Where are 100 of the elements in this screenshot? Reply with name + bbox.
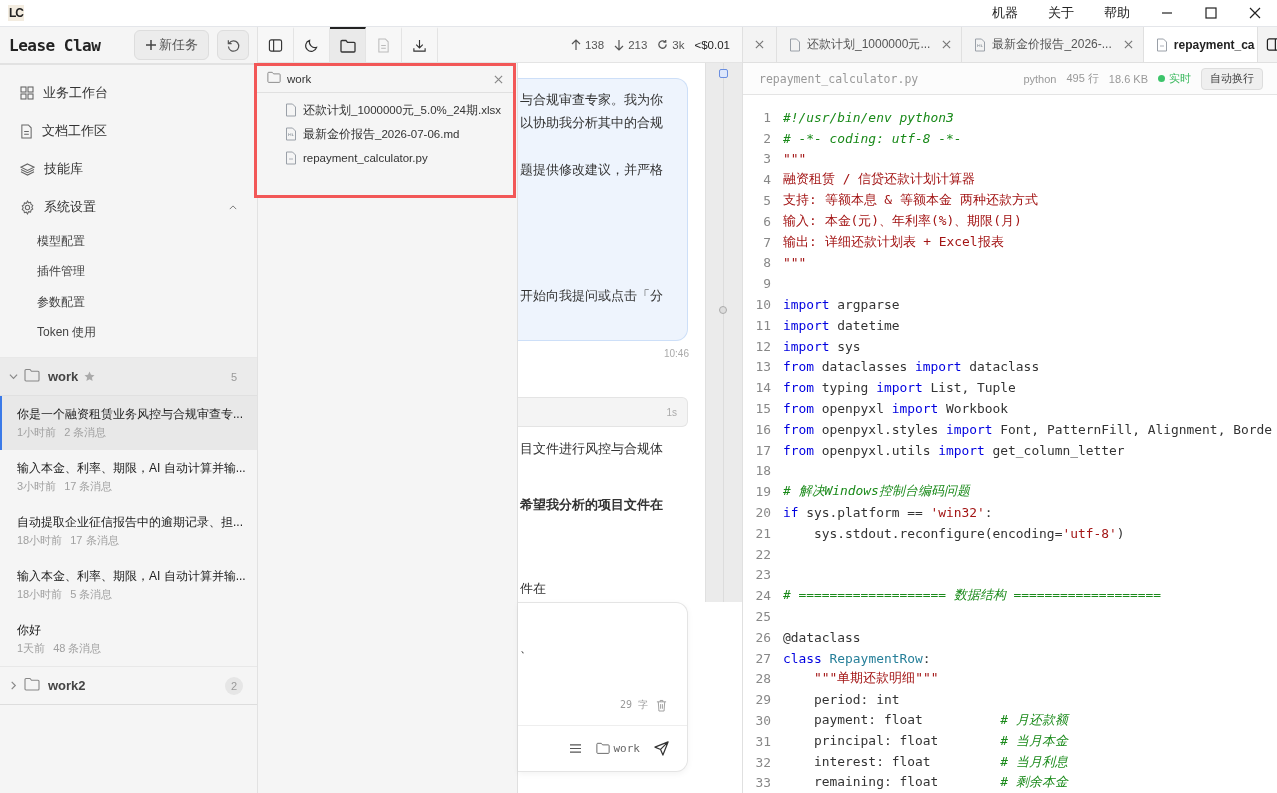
menu-item[interactable]: 帮助 bbox=[1104, 4, 1130, 22]
app-logo: LC bbox=[8, 5, 24, 21]
code-line: if sys.platform == 'win32': bbox=[783, 505, 993, 521]
code-line: class RepaymentRow: bbox=[783, 650, 931, 666]
line-number: 15 bbox=[754, 401, 771, 417]
sidebar-icon bbox=[268, 38, 283, 53]
message-count: 2 条消息 bbox=[64, 425, 107, 440]
session-title: 输入本金、利率、期限，AI 自动计算并输... bbox=[17, 460, 243, 477]
nav-subitem[interactable]: 参数配置 bbox=[0, 287, 257, 318]
nav-item[interactable]: 业务工作台 bbox=[0, 74, 257, 112]
file-size: 18.6 KB bbox=[1108, 72, 1148, 85]
language-label: python bbox=[1023, 72, 1057, 85]
code-line: # -*- coding: utf-8 -*- bbox=[783, 130, 962, 146]
nav-subitem[interactable]: 模型配置 bbox=[0, 226, 257, 257]
file-item[interactable]: 最新金价报告_2026-07-06.md bbox=[257, 122, 513, 146]
layers-icon bbox=[20, 162, 35, 176]
caret-icon[interactable] bbox=[229, 204, 237, 210]
session-time: 18小时前 bbox=[17, 587, 63, 602]
message-text: 题提供修改建议，并严格 bbox=[520, 161, 664, 179]
document-icon bbox=[20, 123, 33, 139]
menu-item[interactable]: 机器 bbox=[992, 4, 1018, 22]
item-count: 2 bbox=[225, 676, 243, 695]
nav-item[interactable]: 系统设置 bbox=[0, 188, 257, 226]
folder-icon bbox=[267, 71, 281, 84]
file-item[interactable]: 还款计划_1000000元_5.0%_24期.xlsx bbox=[257, 98, 513, 122]
line-number: 6 bbox=[762, 213, 771, 229]
line-number: 17 bbox=[754, 442, 771, 458]
line-number: 20 bbox=[754, 505, 771, 521]
cost-value: <$0.01 bbox=[694, 38, 730, 51]
folder-name: work bbox=[287, 73, 312, 85]
code-line: from typing import List, Tuple bbox=[783, 380, 1016, 396]
message-text: 与合规审查专家。我为你 bbox=[520, 91, 664, 109]
nav-subitem[interactable]: 插件管理 bbox=[0, 256, 257, 287]
nav-subitem[interactable]: Token 使用 bbox=[0, 317, 257, 348]
session-item[interactable]: 输入本金、利率、期限，AI 自动计算并输... 3小时前 17 条消息 bbox=[0, 450, 257, 504]
folder-row[interactable]: work2 2 bbox=[0, 666, 257, 705]
stat-value: 3k bbox=[672, 38, 685, 51]
close-icon[interactable] bbox=[1249, 7, 1261, 19]
line-number: 25 bbox=[754, 609, 771, 624]
maximize-icon[interactable] bbox=[1205, 7, 1217, 19]
folder-button[interactable]: work bbox=[595, 742, 640, 755]
line-number: 9 bbox=[762, 276, 771, 292]
editor-tab[interactable]: 最新金价报告_2026-... bbox=[962, 27, 1144, 62]
line-number: 29 bbox=[754, 692, 771, 708]
refresh-button[interactable] bbox=[217, 30, 249, 60]
nav-item[interactable]: 文档工作区 bbox=[0, 112, 257, 150]
code-line: remaining: float # 剩余本金 bbox=[813, 774, 1068, 792]
code-line: 输出: 详细还款计划表 + Excel报表 bbox=[783, 233, 1004, 251]
editor-tab[interactable]: 还款计划_1000000元... bbox=[777, 27, 963, 62]
file-item[interactable]: repayment_calculator.py bbox=[257, 146, 513, 170]
session-item[interactable]: 你是一个融资租赁业务风控与合规审查专... 1小时前 2 条消息 bbox=[0, 396, 257, 450]
line-number: 18 bbox=[754, 463, 771, 479]
line-number: 2 bbox=[762, 130, 771, 146]
reply-text: 希望我分析的项目文件在 bbox=[520, 496, 664, 514]
item-count: 5 bbox=[229, 369, 239, 385]
folder-icon bbox=[24, 368, 40, 382]
code-file-icon bbox=[1155, 37, 1168, 52]
line-number: 19 bbox=[754, 484, 771, 500]
folder-button[interactable] bbox=[330, 27, 366, 62]
line-number: 14 bbox=[754, 380, 771, 396]
code-line: #!/usr/bin/env python3 bbox=[783, 109, 954, 125]
folder-icon bbox=[595, 742, 610, 755]
folder-row[interactable]: work 5 bbox=[0, 357, 257, 396]
input-field[interactable]: 、 bbox=[518, 603, 687, 685]
line-number: 7 bbox=[762, 234, 771, 250]
code-line: @dataclass bbox=[783, 629, 861, 645]
menu-item[interactable]: 关于 bbox=[1048, 4, 1074, 22]
splitter-handle[interactable] bbox=[719, 306, 727, 314]
session-item[interactable]: 输入本金、利率、期限，AI 自动计算并输... 18小时前 5 条消息 bbox=[0, 558, 257, 612]
session-item[interactable]: 你好 1天前 48 条消息 bbox=[0, 612, 257, 666]
arrow-down-icon bbox=[614, 38, 625, 51]
code-line: 融资租赁 / 信贷还款计划计算器 bbox=[783, 171, 976, 189]
line-number: 21 bbox=[754, 525, 771, 541]
message-time: 10:46 bbox=[662, 348, 689, 359]
document-icon bbox=[285, 103, 297, 117]
arrow-up-icon bbox=[570, 38, 581, 51]
line-number: 33 bbox=[754, 775, 771, 791]
line-number: 30 bbox=[754, 713, 771, 728]
trash-icon[interactable] bbox=[656, 698, 667, 712]
session-title: 你是一个融资租赁业务风控与合规审查专... bbox=[17, 406, 243, 423]
nav-item[interactable]: 技能库 bbox=[0, 150, 257, 188]
session-time: 1小时前 bbox=[17, 425, 57, 440]
reply-text: 件在 bbox=[520, 580, 547, 594]
reply-text: 目文件进行风控与合规体 bbox=[520, 440, 664, 458]
code-line: from openpyxl.utils import get_column_letter bbox=[783, 442, 1125, 458]
menu-icon[interactable] bbox=[568, 743, 582, 754]
moon-icon bbox=[304, 38, 319, 53]
panel-toggle-icon[interactable] bbox=[1265, 37, 1277, 52]
new-task-button[interactable]: 新任务 bbox=[134, 30, 209, 60]
folder-name: work bbox=[48, 369, 79, 384]
line-number: 8 bbox=[762, 255, 771, 271]
word-wrap-button[interactable]: 自动换行 bbox=[1201, 67, 1263, 90]
session-item[interactable]: 自动提取企业征信报告中的逾期记录、担... 18小时前 17 条消息 bbox=[0, 504, 257, 558]
send-icon[interactable] bbox=[654, 741, 669, 756]
line-number: 26 bbox=[754, 629, 771, 645]
line-number: 24 bbox=[754, 588, 771, 604]
session-title: 你好 bbox=[17, 622, 41, 639]
line-number: 31 bbox=[754, 733, 771, 749]
document-icon bbox=[377, 38, 390, 53]
editor-tab[interactable]: repayment_ca bbox=[1143, 27, 1258, 62]
